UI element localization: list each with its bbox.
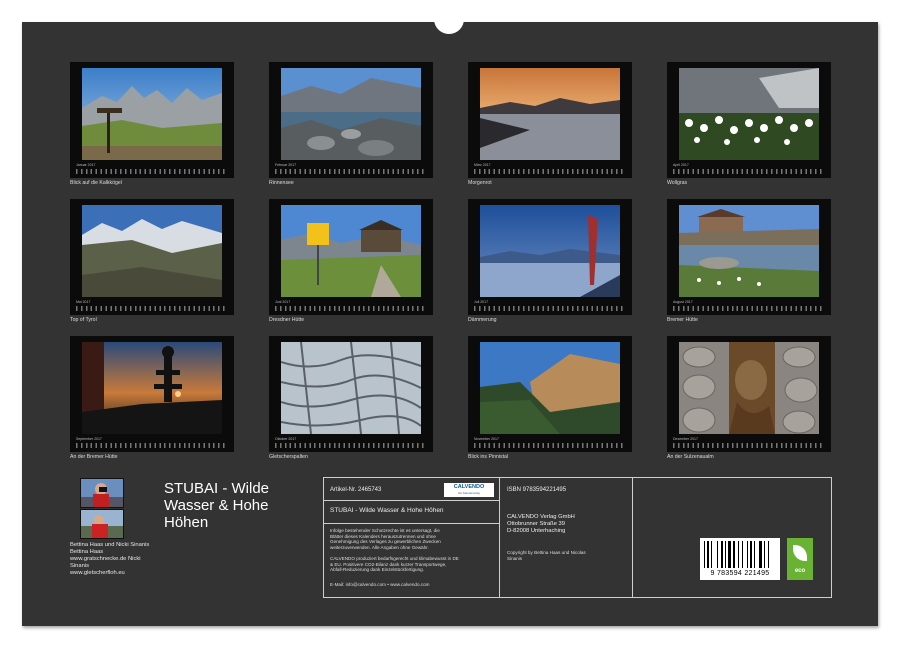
month-label: Oktober 2017 [275, 437, 297, 441]
info-calendar-title: STUBAI - Wilde Wasser & Hohe Höhen [330, 507, 444, 514]
photo-caption: Dämmerung [468, 317, 497, 323]
month-label: April 2017 [673, 163, 689, 167]
month-label: Juni 2017 [275, 300, 291, 304]
photo-caption: Wollgras [667, 180, 688, 186]
month-thumbnail[interactable]: Mai 2017 [70, 199, 234, 315]
publication-info-box: Artikel-Nr. 2465743 CALVENDO Der Kalende… [323, 477, 832, 598]
thumbnail-photo [480, 205, 620, 297]
month-calendar-strip: Dezember 2017 [673, 437, 825, 449]
photo-caption: Bremer Hütte [667, 317, 698, 323]
month-thumbnail[interactable]: April 2017 [667, 62, 831, 178]
isbn: ISBN 9783594221495 [507, 487, 567, 493]
month-thumbnail[interactable]: September 2017 [70, 336, 234, 452]
day-grid [673, 443, 825, 448]
day-grid [76, 306, 228, 311]
photo-caption: Top of Tyrol [70, 317, 97, 323]
month-thumbnail[interactable]: August 2017 [667, 199, 831, 315]
thumbnail-photo [480, 342, 620, 434]
legal-notice: Infolge bestehender Schutzrechte ist es … [330, 528, 441, 550]
photo-caption: Dresdner Hütte [269, 317, 305, 323]
month-label: Februar 2017 [275, 163, 297, 167]
day-grid [673, 306, 825, 311]
month-thumbnail[interactable]: November 2017 [468, 336, 632, 452]
contact-email[interactable]: E-Mail: info@calvendo.com • www.calvendo… [330, 582, 429, 588]
thumbnail-photo [679, 342, 819, 434]
author-credits: Bettina Haas und Nicki Sinanis Bettina H… [70, 542, 149, 577]
day-grid [474, 306, 626, 311]
month-calendar-strip: April 2017 [673, 163, 825, 175]
month-label: Mai 2017 [76, 300, 91, 304]
thumbnail-photo [480, 68, 620, 160]
eco-badge: eco [787, 538, 813, 580]
photo-caption: Gletscherspalten [269, 454, 308, 460]
month-calendar-strip: Oktober 2017 [275, 437, 427, 449]
month-label: November 2017 [474, 437, 499, 441]
isbn-barcode: 9 783594 221495 [700, 538, 780, 580]
author-line: Sinanis [70, 563, 90, 569]
author-photo-1 [80, 478, 124, 508]
month-label: August 2017 [673, 300, 693, 304]
month-label: März 2017 [474, 163, 491, 167]
month-calendar-strip: September 2017 [76, 437, 228, 449]
photo-caption: Blick auf die Kalkkögel [70, 180, 122, 186]
calvendo-logo: CALVENDO Der Kalenderverlag [444, 483, 494, 497]
month-thumbnail[interactable]: Dezember 2017 [667, 336, 831, 452]
month-calendar-strip: August 2017 [673, 300, 825, 312]
publisher-address: CALVENDO Verlag GmbH Ottobrunner Straße … [507, 514, 575, 534]
article-number: Artikel-Nr. 2465743 [330, 487, 382, 493]
leaf-icon [793, 545, 807, 561]
month-thumbnail[interactable]: Februar 2017 [269, 62, 433, 178]
thumbnail-photo [281, 205, 421, 297]
author-names: Bettina Haas und Nicki Sinanis [70, 542, 150, 548]
author-photo-2 [80, 509, 124, 539]
day-grid [76, 443, 228, 448]
day-grid [474, 169, 626, 174]
barcode-number: 9 783594 221495 [710, 570, 770, 577]
day-grid [275, 306, 427, 311]
thumbnail-photo [281, 342, 421, 434]
day-grid [76, 169, 228, 174]
month-calendar-strip: Januar 2017 [76, 163, 228, 175]
author-line: www.gletscherfloh.eu [70, 570, 125, 576]
month-calendar-strip: März 2017 [474, 163, 626, 175]
month-thumbnail[interactable]: Juni 2017 [269, 199, 433, 315]
author-line: www.gratschnecke.de Nicki [70, 556, 141, 562]
calendar-back-cover: Januar 2017 Blick auf die Kalkkögel Febr… [22, 22, 878, 626]
thumbnail-photo [82, 68, 222, 160]
month-calendar-strip: Juni 2017 [275, 300, 427, 312]
month-label: Dezember 2017 [673, 437, 698, 441]
thumbnail-photo [679, 205, 819, 297]
day-grid [673, 169, 825, 174]
calendar-title: STUBAI - Wilde Wasser & Hohe Höhen [164, 480, 270, 531]
month-label: Juli 2017 [474, 300, 489, 304]
day-grid [275, 169, 427, 174]
month-calendar-strip: Juli 2017 [474, 300, 626, 312]
photo-caption: An der Bremer Hütte [70, 454, 118, 460]
month-label: September 2017 [76, 437, 102, 441]
month-thumbnail[interactable]: März 2017 [468, 62, 632, 178]
month-calendar-strip: Mai 2017 [76, 300, 228, 312]
month-thumbnail[interactable]: Juli 2017 [468, 199, 632, 315]
month-thumbnail[interactable]: Januar 2017 [70, 62, 234, 178]
month-calendar-strip: Februar 2017 [275, 163, 427, 175]
photo-caption: Blick ins Pinnistal [468, 454, 509, 460]
thumbnail-photo [82, 342, 222, 434]
month-thumbnail[interactable]: Oktober 2017 [269, 336, 433, 452]
thumbnail-photo [82, 205, 222, 297]
month-calendar-strip: November 2017 [474, 437, 626, 449]
photo-caption: An der Sulzenaualm [667, 454, 714, 460]
photo-caption: Morgenrot [468, 180, 492, 186]
day-grid [275, 443, 427, 448]
thumbnail-photo [679, 68, 819, 160]
author-line: Bettina Haas [70, 549, 104, 555]
eco-notice: CALVENDO produziert bedarfsgerecht und k… [330, 556, 459, 572]
day-grid [474, 443, 626, 448]
copyright: Copyright by Bettina Haas und Nicolas Si… [507, 550, 586, 561]
photo-caption: Rinnensee [269, 180, 294, 186]
month-label: Januar 2017 [76, 163, 96, 167]
thumbnail-photo [281, 68, 421, 160]
